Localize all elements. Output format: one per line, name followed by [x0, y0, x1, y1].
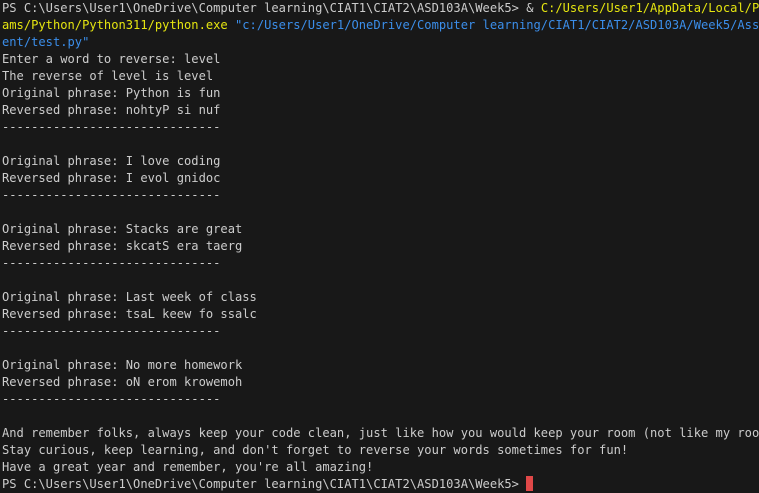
text-cursor	[526, 476, 534, 491]
output-line: Reversed phrase: nohtyP si nuf	[2, 103, 221, 117]
output-line: Reversed phrase: oN erom krowemoh	[2, 375, 243, 389]
final-prompt-line[interactable]: PS C:\Users\User1\OneDrive\Computer lear…	[2, 476, 759, 493]
separator-line: ------------------------------	[2, 256, 221, 270]
output-line: Original phrase: Python is fun	[2, 86, 221, 100]
separator-line: ------------------------------	[2, 188, 221, 202]
output-line: Original phrase: Last week of class	[2, 290, 257, 304]
output-line: And remember folks, always keep your cod…	[2, 426, 759, 440]
prompt: PS C:\Users\User1\OneDrive\Computer lear…	[2, 1, 527, 15]
command-line-2: ams/Python/Python311/python.exe "c:/User…	[2, 17, 759, 34]
output-line: Original phrase: No more homework	[2, 358, 243, 372]
terminal-panel[interactable]: PS C:\Users\User1\OneDrive\Computer lear…	[0, 0, 759, 491]
output-line: Original phrase: I love coding	[2, 154, 221, 168]
python-executable-path-cont: ams/Python/Python311/python.exe	[2, 18, 228, 32]
output-line: The reverse of level is level	[2, 69, 214, 83]
output-line: Original phrase: Stacks are great	[2, 222, 243, 236]
command-line-3: ent/test.py"	[2, 34, 759, 51]
separator-line: ------------------------------	[2, 392, 221, 406]
script-path-argument: "c:/Users/User1/OneDrive/Computer learni…	[227, 18, 759, 32]
separator-line: ------------------------------	[2, 324, 221, 338]
output-line: Reversed phrase: tsaL keew fo ssalc	[2, 307, 257, 321]
output-line: Stay curious, keep learning, and don't f…	[2, 443, 629, 457]
script-path-argument-cont: ent/test.py"	[2, 35, 90, 49]
command-line-1: PS C:\Users\User1\OneDrive\Computer lear…	[2, 0, 759, 17]
separator-line: ------------------------------	[2, 120, 221, 134]
python-executable-path: C:/Users/User1/AppData/Local/Progr	[540, 1, 759, 15]
output-line: Have a great year and remember, you're a…	[2, 460, 374, 474]
output-line: Enter a word to reverse: level	[2, 52, 221, 66]
output-line: Reversed phrase: skcatS era taerg	[2, 239, 243, 253]
output-line: Reversed phrase: I evol gnidoc	[2, 171, 221, 185]
prompt: PS C:\Users\User1\OneDrive\Computer lear…	[2, 477, 527, 491]
call-operator: &	[526, 1, 541, 15]
